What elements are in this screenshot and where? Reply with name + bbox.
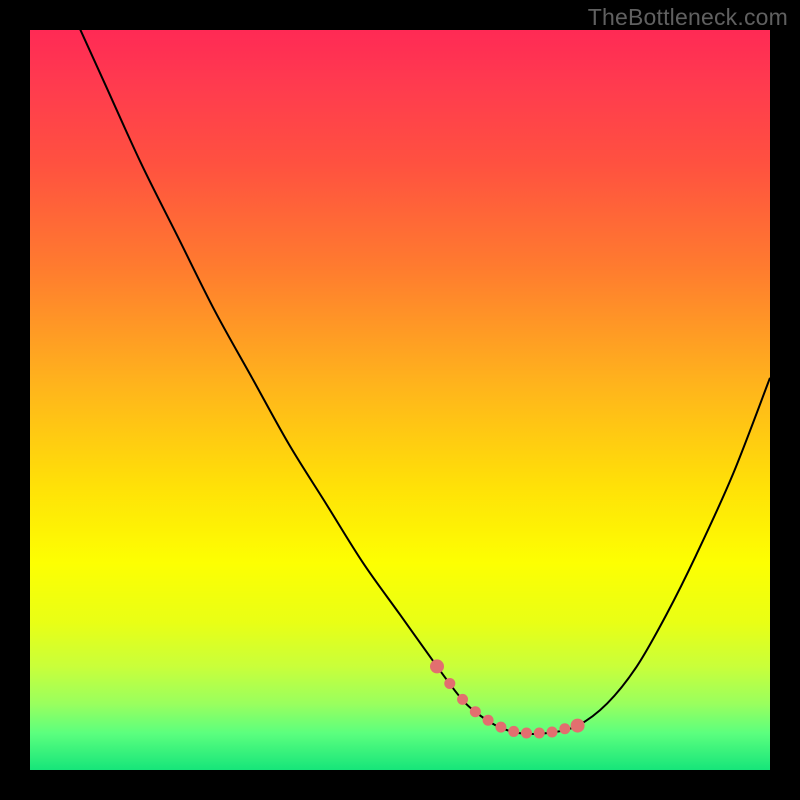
chart-frame: TheBottleneck.com [0,0,800,800]
watermark-text: TheBottleneck.com [588,4,788,31]
highlight-dot [534,728,545,739]
bottleneck-curve-svg [30,30,770,770]
highlight-dot [470,706,481,717]
bottleneck-curve-line [30,30,770,734]
highlight-dot [444,678,455,689]
highlight-dot [495,722,506,733]
highlight-dot [547,726,558,737]
highlight-dot [571,719,585,733]
highlight-dot [483,715,494,726]
highlight-dot [559,723,570,734]
highlight-dot [430,659,444,673]
highlight-dot [521,728,532,739]
highlight-dot-group [430,659,585,738]
highlight-dot [457,694,468,705]
plot-area [30,30,770,770]
highlight-dot [508,726,519,737]
